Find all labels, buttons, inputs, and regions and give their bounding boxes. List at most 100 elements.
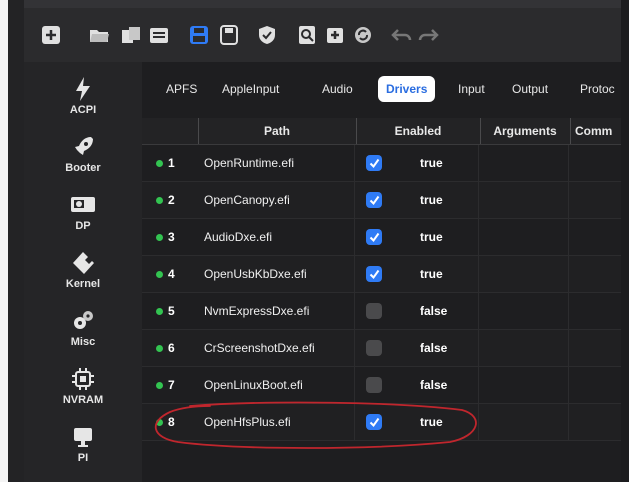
row-number: 8 <box>168 415 175 429</box>
column-divider <box>354 367 355 403</box>
enabled-checkbox[interactable] <box>366 229 382 245</box>
column-divider <box>354 330 355 366</box>
column-divider <box>568 330 569 366</box>
tab-apfs[interactable]: APFS <box>158 76 205 102</box>
sync-icon[interactable] <box>350 22 376 48</box>
checkmark-icon <box>369 417 379 427</box>
column-divider <box>478 256 479 292</box>
gpu-card-icon <box>70 192 96 218</box>
column-divider <box>478 219 479 255</box>
column-divider <box>478 367 479 403</box>
monitor-icon <box>70 424 96 450</box>
table-row[interactable]: 1 OpenRuntime.efi true <box>142 145 621 182</box>
undo-icon[interactable] <box>388 22 414 48</box>
sidebar-item-label: Booter <box>65 162 101 174</box>
column-divider <box>478 145 479 181</box>
status-dot-icon <box>156 307 163 315</box>
search-doc-icon[interactable] <box>294 22 320 48</box>
sidebar-item-pi[interactable]: PI <box>24 424 142 480</box>
column-divider <box>568 145 569 181</box>
sidebar-item-nvram[interactable]: NVRAM <box>24 366 142 422</box>
enabled-checkbox[interactable] <box>366 192 382 208</box>
status-dot-icon <box>156 233 163 241</box>
table-row[interactable]: 7 OpenLinuxBoot.efi false <box>142 367 621 404</box>
folder-icon[interactable] <box>146 22 172 48</box>
sidebar-item-misc[interactable]: Misc <box>24 308 142 364</box>
sidebar-item-dp[interactable]: DP <box>24 192 142 248</box>
enabled-checkbox[interactable] <box>366 340 382 356</box>
sidebar: ACPI Booter DP Kernel Misc NVRAM PI <box>24 62 142 482</box>
column-divider <box>354 145 355 181</box>
screen-margin <box>0 0 8 482</box>
driver-path[interactable]: OpenUsbKbDxe.efi <box>204 256 307 292</box>
table-header: Path Enabled Arguments Comm <box>142 118 621 145</box>
tab-drivers[interactable]: Drivers <box>378 76 436 102</box>
enabled-value: true <box>420 230 443 244</box>
status-dot-icon <box>156 344 163 352</box>
sidebar-item-booter[interactable]: Booter <box>24 134 142 190</box>
driver-path[interactable]: OpenLinuxBoot.efi <box>204 367 303 403</box>
enabled-checkbox[interactable] <box>366 414 382 430</box>
table-row[interactable]: 8 OpenHfsPlus.efi true <box>142 404 621 441</box>
column-divider <box>568 219 569 255</box>
sidebar-item-acpi[interactable]: ACPI <box>24 76 142 132</box>
row-index: 3 <box>156 219 196 255</box>
column-header-comment[interactable]: Comm <box>570 118 626 144</box>
table-row[interactable]: 4 OpenUsbKbDxe.efi true <box>142 256 621 293</box>
sidebar-item-kernel[interactable]: Kernel <box>24 250 142 306</box>
table-row[interactable]: 5 NvmExpressDxe.efi false <box>142 293 621 330</box>
driver-path[interactable]: CrScreenshotDxe.efi <box>204 330 315 366</box>
enabled-value: true <box>420 267 443 281</box>
enabled-checkbox[interactable] <box>366 155 382 171</box>
column-divider <box>478 404 479 440</box>
row-number: 7 <box>168 378 175 392</box>
toolbar-top-strip <box>24 0 621 8</box>
column-header-path[interactable]: Path <box>198 118 355 144</box>
column-divider <box>354 293 355 329</box>
driver-path[interactable]: AudioDxe.efi <box>204 219 272 255</box>
enabled-value: false <box>420 378 448 392</box>
column-divider <box>568 256 569 292</box>
driver-path[interactable]: OpenHfsPlus.efi <box>204 404 291 440</box>
import-icon[interactable] <box>322 22 348 48</box>
tab-output[interactable]: Output <box>504 76 556 102</box>
copy-icon[interactable] <box>118 22 144 48</box>
driver-path[interactable]: OpenCanopy.efi <box>204 182 290 218</box>
checkmark-icon <box>369 232 379 242</box>
open-folder-icon[interactable] <box>86 22 112 48</box>
rocket-icon <box>70 134 96 160</box>
table-row[interactable]: 3 AudioDxe.efi true <box>142 219 621 256</box>
status-dot-icon <box>156 270 163 278</box>
sidebar-item-label: Kernel <box>65 278 101 290</box>
save-icon[interactable] <box>186 22 212 48</box>
status-dot-icon <box>156 418 163 426</box>
sidebar-item-label: ACPI <box>69 104 97 116</box>
table-row[interactable]: 2 OpenCanopy.efi true <box>142 182 621 219</box>
enabled-checkbox[interactable] <box>366 377 382 393</box>
table-row[interactable]: 6 CrScreenshotDxe.efi false <box>142 330 621 367</box>
driver-path[interactable]: OpenRuntime.efi <box>204 145 294 181</box>
status-dot-icon <box>156 159 163 167</box>
shield-check-icon[interactable] <box>254 22 280 48</box>
add-icon[interactable] <box>38 22 64 48</box>
tab-audio[interactable]: Audio <box>314 76 361 102</box>
tab-input[interactable]: Input <box>450 76 493 102</box>
column-header-enabled[interactable]: Enabled <box>356 118 479 144</box>
window-border <box>8 0 24 482</box>
row-number: 4 <box>168 267 175 281</box>
column-header-arguments[interactable]: Arguments <box>480 118 569 144</box>
column-divider <box>568 367 569 403</box>
row-number: 1 <box>168 156 175 170</box>
redo-icon[interactable] <box>416 22 442 48</box>
enabled-value: true <box>420 156 443 170</box>
column-divider <box>478 330 479 366</box>
save-as-icon[interactable] <box>216 22 242 48</box>
tab-protocols[interactable]: Protoc <box>572 76 623 102</box>
column-divider <box>568 404 569 440</box>
driver-path[interactable]: NvmExpressDxe.efi <box>204 293 309 329</box>
row-number: 6 <box>168 341 175 355</box>
tab-appleinput[interactable]: AppleInput <box>214 76 287 102</box>
enabled-checkbox[interactable] <box>366 266 382 282</box>
sidebar-item-label: PI <box>77 452 89 464</box>
enabled-checkbox[interactable] <box>366 303 382 319</box>
